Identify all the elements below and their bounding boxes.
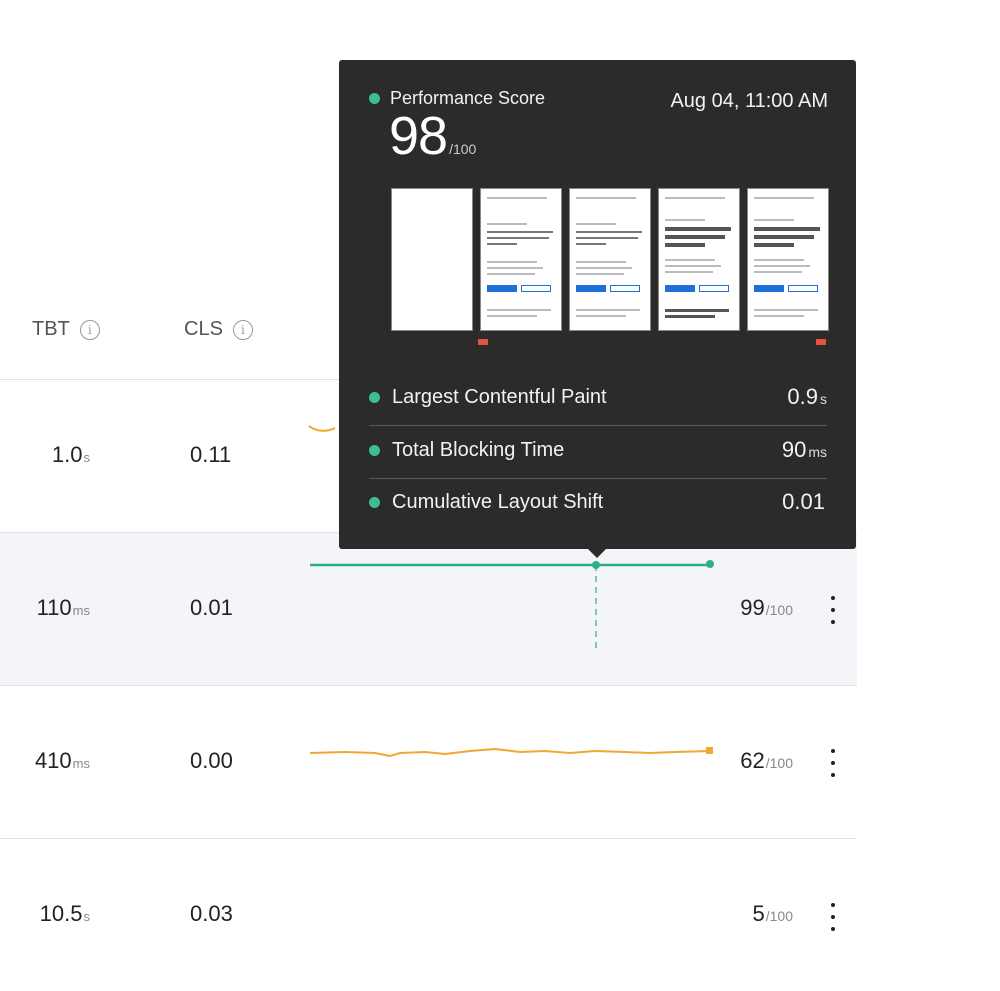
tbt-number: 110 <box>36 595 72 620</box>
metric-number: 0.9 <box>787 384 818 409</box>
metric-row-cls: Cumulative Layout Shift 0.01 <box>369 476 827 528</box>
filmstrip-frame <box>391 188 473 331</box>
tbt-number: 1.0 <box>51 442 83 467</box>
column-header-tbt: TBT i <box>32 318 100 341</box>
tooltip-pointer <box>587 548 607 558</box>
metric-row-tbt: Total Blocking Time 90 ms <box>369 424 827 476</box>
metric-label: Cumulative Layout Shift <box>369 491 603 514</box>
tooltip-score-denominator: /100 <box>449 141 477 157</box>
metric-value: 90 ms <box>782 437 827 463</box>
filmstrip-frame <box>480 188 562 331</box>
tbt-unit: ms <box>72 756 90 771</box>
cls-value: 0.03 <box>190 901 233 926</box>
column-header-tbt-label: TBT <box>32 318 70 340</box>
metric-value: 0.9 s <box>787 384 827 410</box>
filmstrip-marker <box>816 339 826 345</box>
cls-value: 0.00 <box>190 748 233 773</box>
metric-label: Total Blocking Time <box>369 439 564 462</box>
sparkline-chart[interactable] <box>305 734 725 774</box>
table-row[interactable]: 110ms 0.01 99/100 <box>0 532 857 685</box>
filmstrip-frame <box>569 188 651 331</box>
performance-score: 99/100 <box>740 595 793 621</box>
metric-label-text: Total Blocking Time <box>392 438 565 461</box>
filmstrip-frame <box>747 188 829 331</box>
metric-label-text: Largest Contentful Paint <box>392 385 607 408</box>
metric-row-lcp: Largest Contentful Paint 0.9 s <box>369 371 827 423</box>
tbt-value: 410ms <box>0 748 90 774</box>
tooltip-score: 98/100 <box>389 106 476 179</box>
table-row[interactable]: 410ms 0.00 62/100 <box>0 685 857 838</box>
score-number: 5 <box>752 901 765 926</box>
metric-unit: s <box>820 391 827 407</box>
score-number: 62 <box>740 748 765 773</box>
filmstrip <box>391 188 829 331</box>
score-denominator: /100 <box>765 908 793 924</box>
metric-unit: ms <box>808 444 827 460</box>
score-denominator: /100 <box>765 602 793 618</box>
tbt-unit: s <box>83 450 91 465</box>
filmstrip-frame <box>658 188 740 331</box>
tooltip-score-number: 98 <box>389 106 448 166</box>
tbt-value: 110ms <box>0 595 90 621</box>
metric-label: Largest Contentful Paint <box>369 386 607 409</box>
filmstrip-marker <box>478 339 488 345</box>
status-dot-icon <box>369 444 380 456</box>
column-header-cls-label: CLS <box>184 318 223 340</box>
tbt-number: 410 <box>34 748 72 773</box>
table-row[interactable]: 10.5s 0.03 5/100 <box>0 838 857 991</box>
status-dot-icon <box>369 391 380 403</box>
status-dot-icon <box>369 93 380 104</box>
metric-number: 0.01 <box>782 489 825 514</box>
tbt-value: 10.5s <box>0 901 90 927</box>
performance-tooltip: Performance Score Aug 04, 11:00 AM 98/10… <box>339 60 856 549</box>
tbt-value: 1.0s <box>0 442 90 468</box>
column-header-cls: CLS i <box>184 318 253 341</box>
performance-score: 62/100 <box>740 748 793 774</box>
metric-value: 0.01 <box>782 489 827 515</box>
metric-number: 90 <box>781 437 807 462</box>
info-icon[interactable]: i <box>79 319 100 340</box>
info-icon[interactable]: i <box>232 319 253 340</box>
performance-score: 5/100 <box>753 901 794 927</box>
cls-value: 0.01 <box>190 595 233 620</box>
sparkline-chart[interactable] <box>305 545 725 655</box>
cls-value: 0.11 <box>190 442 232 467</box>
tbt-unit: ms <box>72 603 90 618</box>
tooltip-date: Aug 04, 11:00 AM <box>670 90 828 112</box>
tbt-number: 10.5 <box>39 901 83 926</box>
metric-label-text: Cumulative Layout Shift <box>392 490 604 513</box>
more-options-icon[interactable] <box>826 903 840 931</box>
more-options-icon[interactable] <box>826 596 840 624</box>
tbt-unit: s <box>83 909 91 924</box>
more-options-icon[interactable] <box>826 749 840 777</box>
score-denominator: /100 <box>765 755 793 771</box>
status-dot-icon <box>369 496 380 508</box>
score-number: 99 <box>740 595 765 620</box>
